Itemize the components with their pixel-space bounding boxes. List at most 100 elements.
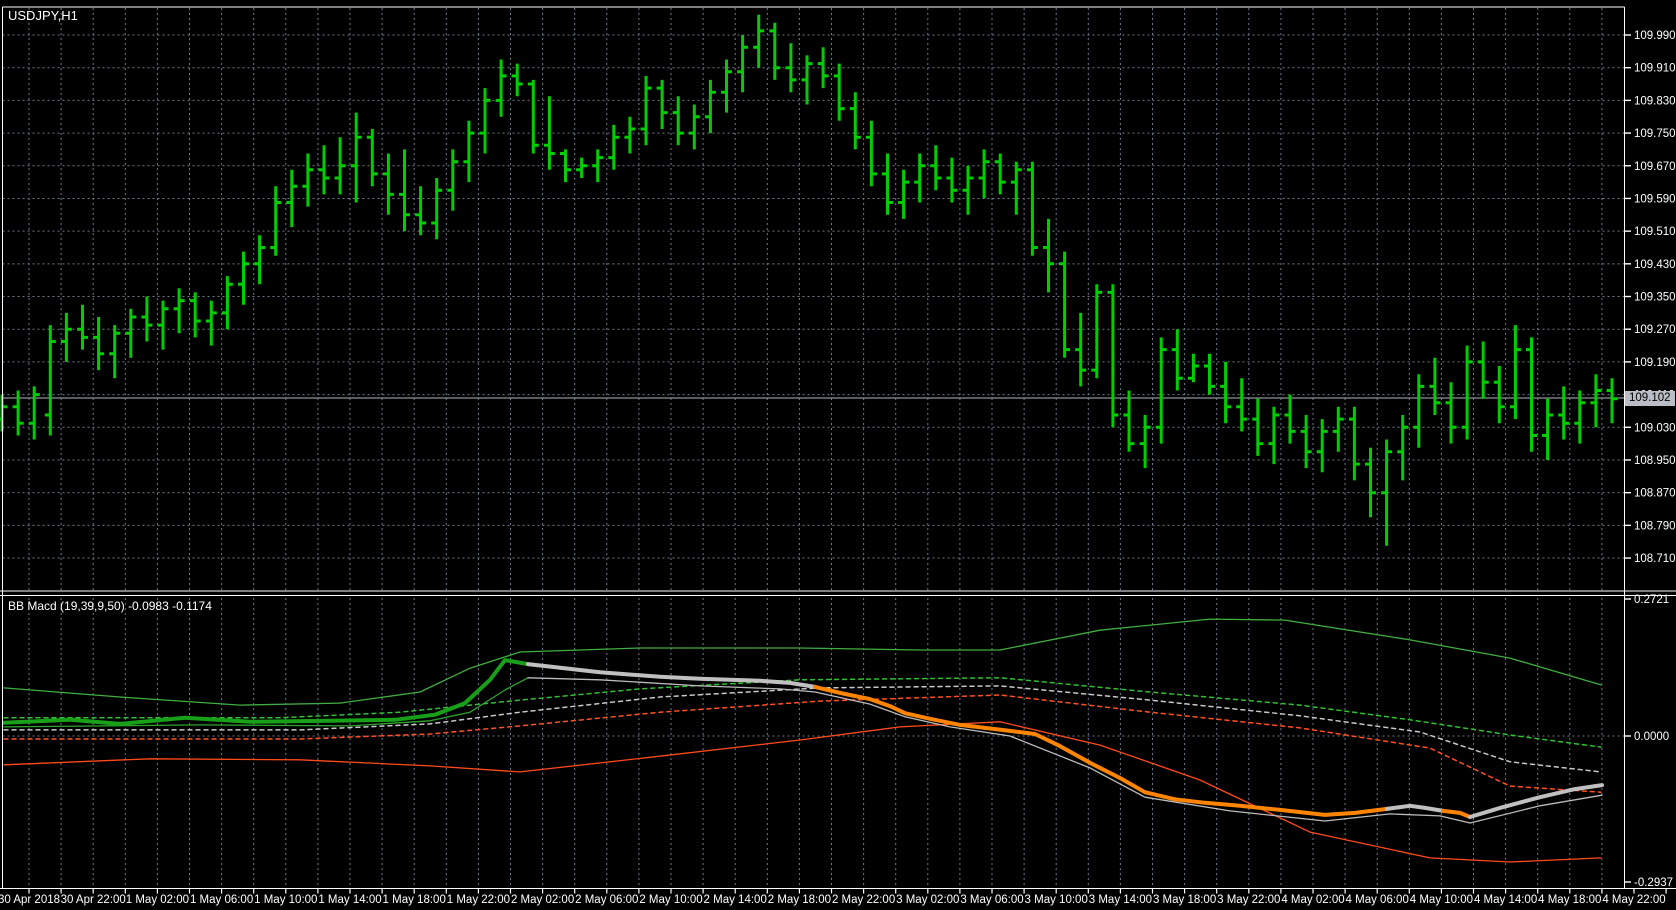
indicator-line-lower-band (3, 721, 1602, 863)
ohlc-bar (1413, 374, 1425, 448)
indicator-label: BB Macd (19,39,9,50) -0.0983 -0.1174 (8, 599, 212, 613)
ohlc-bar (109, 325, 121, 379)
indicator-line-mid-band-orange (3, 694, 1602, 793)
chart-window: 109.990 109.910 109.830 109.750 109.670 109.5… (0, 0, 1676, 910)
ohlc-bar (704, 79, 716, 134)
ohlc-bar (60, 312, 72, 362)
ohlc-bar (946, 157, 958, 203)
ohlc-bar (334, 137, 346, 195)
symbol-timeframe-label: USDJPY,H1 (8, 8, 78, 23)
ohlc-bar (672, 96, 684, 146)
ohlc-bar (318, 145, 330, 195)
ohlc-bar (640, 75, 652, 146)
ohlc-bar (1606, 378, 1618, 424)
ohlc-bar (463, 120, 475, 183)
ohlc-bar (1477, 341, 1489, 399)
ohlc-bar (801, 55, 813, 105)
ohlc-bar (157, 300, 169, 350)
indicator-axis[interactable]: 0.2721 0.0000 -0.2937 (1624, 594, 1674, 889)
ohlc-bars[interactable] (0, 14, 1618, 546)
ohlc-bar (865, 120, 877, 187)
time-axis-label: 2 May 18:00 (768, 894, 831, 906)
indicator-line-macd-silver-3 (1468, 783, 1604, 819)
time-axis-label: 3 May 22:00 (1217, 894, 1280, 906)
ohlc-bar (1220, 361, 1232, 424)
indicator-lines[interactable] (2, 618, 1604, 863)
price-axis-label: 109.830 (1634, 95, 1676, 107)
time-axis-label: 3 May 06:00 (960, 894, 1023, 906)
ohlc-bar (12, 390, 24, 436)
time-axis-label: 1 May 10:00 (254, 894, 317, 906)
ohlc-bar (350, 112, 362, 203)
ohlc-bar (576, 157, 588, 178)
ohlc-bar (205, 300, 217, 346)
indicator-line-macd-green (2, 658, 530, 726)
ohlc-bar (77, 304, 88, 350)
ohlc-bar (608, 124, 620, 170)
ohlc-bar (93, 317, 105, 371)
ohlc-bar (624, 116, 636, 154)
ohlc-bar (914, 153, 926, 203)
ohlc-bar (1381, 439, 1393, 546)
ohlc-bar (254, 235, 266, 285)
price-axis-label: 109.750 (1634, 128, 1676, 140)
ohlc-bar (1107, 284, 1119, 428)
chart-canvas[interactable]: 109.990 109.910 109.830 109.750 109.670 109.5… (0, 0, 1676, 910)
time-axis-label: 1 May 06:00 (190, 894, 253, 906)
ohlc-bar (479, 88, 491, 154)
price-axis-label: 109.590 (1634, 193, 1676, 205)
time-axis-label: 4 May 22:00 (1602, 894, 1665, 906)
ohlc-bar (189, 292, 201, 338)
price-axis-label: 109.430 (1634, 259, 1676, 271)
ohlc-bar (511, 63, 523, 97)
ohlc-bar (1043, 218, 1054, 293)
indicator-line-macd-orange-2 (1441, 808, 1472, 819)
price-axis-label: 108.710 (1634, 553, 1676, 565)
ohlc-bar (737, 35, 749, 93)
time-axis-label: 2 May 14:00 (704, 894, 767, 906)
time-axis-label: 3 May 02:00 (896, 894, 959, 906)
ohlc-bar (1542, 398, 1554, 460)
price-axis-label: 109.990 (1634, 30, 1676, 42)
ohlc-bar (785, 43, 797, 93)
ohlc-bar (930, 145, 942, 191)
time-axis-label: 2 May 22:00 (832, 894, 895, 906)
time-axis-label: 1 May 18:00 (383, 894, 446, 906)
indicator-line-macd-silver-2 (1385, 803, 1445, 813)
ohlc-bar (994, 153, 1006, 195)
indicator-axis-label: 0.2721 (1634, 594, 1669, 606)
ohlc-bar (1010, 161, 1022, 215)
ohlc-bar (769, 22, 781, 80)
ohlc-bar (1171, 329, 1183, 391)
ohlc-bar (1268, 406, 1280, 465)
time-axis-label: 30 Apr 22:00 (61, 894, 126, 906)
ohlc-bar (366, 129, 378, 187)
time-axis-label: 2 May 02:00 (511, 894, 574, 906)
ohlc-bar (833, 63, 845, 121)
time-axis[interactable]: 30 Apr 2018 30 Apr 22:00 1 May 02:00 1 May … (0, 888, 1667, 907)
ohlc-bar (962, 165, 974, 215)
ohlc-bar (1059, 251, 1071, 358)
ohlc-bar (238, 251, 249, 305)
time-axis-label: 1 May 14:00 (318, 894, 381, 906)
price-axis-label: 108.790 (1634, 520, 1676, 532)
price-axis[interactable]: 109.990 109.910 109.830 109.750 109.670 109.5… (1624, 30, 1676, 565)
chart-frame (0, 6, 1676, 890)
ohlc-bar (898, 169, 910, 219)
price-axis-label: 109.670 (1634, 161, 1676, 173)
price-axis-label: 109.910 (1634, 63, 1676, 75)
ohlc-bar (1348, 406, 1360, 481)
time-axis-label: 1 May 02:00 (126, 894, 189, 906)
price-axis-label: 108.950 (1634, 455, 1676, 467)
indicator-axis-label: -0.2937 (1634, 877, 1673, 889)
grid (2, 8, 1625, 889)
ohlc-bar (415, 186, 427, 236)
current-price-tag: 109.102 (1625, 391, 1675, 406)
time-axis-label: 4 May 06:00 (1346, 894, 1409, 906)
ohlc-bar (1155, 337, 1167, 444)
time-axis-label: 3 May 14:00 (1089, 894, 1152, 906)
ohlc-bar (382, 153, 394, 215)
ohlc-bar (656, 79, 668, 129)
price-axis-label: 109.190 (1634, 357, 1676, 369)
ohlc-bar (1429, 357, 1441, 415)
